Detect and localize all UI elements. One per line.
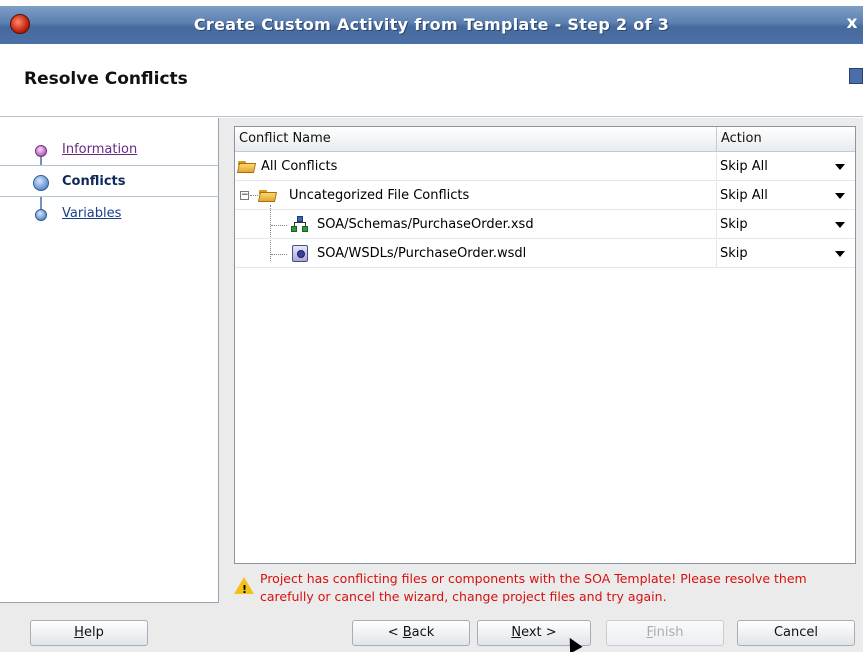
wsdl-icon [292,245,308,262]
column-divider [716,153,717,181]
step-label-conflicts: Conflicts [62,174,126,189]
column-divider [716,182,717,210]
step-variables[interactable]: Variables [0,198,218,230]
action-value[interactable]: Skip [720,217,748,232]
column-divider [716,240,717,268]
wizard-header: Resolve Conflicts [0,44,863,117]
window-title-bar: Create Custom Activity from Template - S… [0,0,863,44]
warning-message: ! Project has conflicting files or compo… [234,569,856,609]
table-row[interactable]: − Uncategorized File Conflicts Skip All [235,182,855,210]
table-row[interactable]: SOA/Schemas/PurchaseOrder.xsd Skip [235,211,855,239]
column-header-conflict-name[interactable]: Conflict Name [239,131,331,146]
help-button[interactable]: Help [30,620,148,646]
wizard-content: Information Conflicts Variables Conflict… [0,118,863,618]
back-label: ack [411,625,435,640]
conflict-name: SOA/WSDLs/PurchaseOrder.wsdl [317,246,527,261]
collapse-toggle-icon[interactable]: − [240,191,249,200]
wizard-graphic-icon [849,68,863,84]
cancel-button[interactable]: Cancel [737,620,855,646]
chevron-down-icon[interactable] [835,222,845,228]
conflicts-table: Conflict Name Action All Conflicts Skip … [234,126,856,564]
step-conflicts[interactable]: Conflicts [0,165,218,197]
wizard-footer: Help < Back Next > Finish Cancel [0,618,863,652]
step-label-information[interactable]: Information [62,142,137,157]
action-value[interactable]: Skip [720,246,748,261]
window-title: Create Custom Activity from Template - S… [193,15,670,34]
next-label: ext > [521,625,557,640]
action-value[interactable]: Skip All [720,188,768,203]
steps-navigation: Information Conflicts Variables [0,118,219,603]
step-pending-icon [35,209,47,221]
page-title: Resolve Conflicts [24,69,188,89]
xsd-schema-icon [291,216,309,233]
finish-button[interactable]: Finish [606,620,724,646]
chevron-down-icon[interactable] [835,164,845,170]
step-label-variables[interactable]: Variables [62,206,121,221]
column-divider [716,211,717,239]
table-header: Conflict Name Action [235,127,855,152]
next-mnemonic: N [511,625,522,640]
table-row[interactable]: SOA/WSDLs/PurchaseOrder.wsdl Skip [235,240,855,268]
tree-connector [271,225,287,226]
help-mnemonic: H [74,625,84,640]
table-row[interactable]: All Conflicts Skip All [235,153,855,181]
chevron-down-icon[interactable] [835,251,845,257]
conflict-name: SOA/Schemas/PurchaseOrder.xsd [317,217,534,232]
column-divider [716,127,717,152]
conflict-name: All Conflicts [261,159,338,174]
back-prefix: < [387,625,403,640]
tree-connector [271,254,287,255]
finish-label: inish [653,625,684,640]
tree-connector [250,195,258,196]
warning-exclamation: ! [242,583,248,596]
help-label: elp [83,625,104,640]
column-header-action[interactable]: Action [721,131,762,146]
step-visited-icon [35,145,47,157]
warning-text: Project has conflicting files or compone… [260,571,807,604]
folder-icon [257,190,278,202]
chevron-down-icon[interactable] [835,193,845,199]
back-mnemonic: B [402,625,412,640]
close-icon[interactable]: x [841,8,863,38]
back-button[interactable]: < Back [352,620,470,646]
step-information[interactable]: Information [0,134,218,166]
step-current-icon [33,175,49,191]
action-value[interactable]: Skip All [720,159,768,174]
conflict-name: Uncategorized File Conflicts [289,188,470,203]
folder-icon [236,161,257,173]
